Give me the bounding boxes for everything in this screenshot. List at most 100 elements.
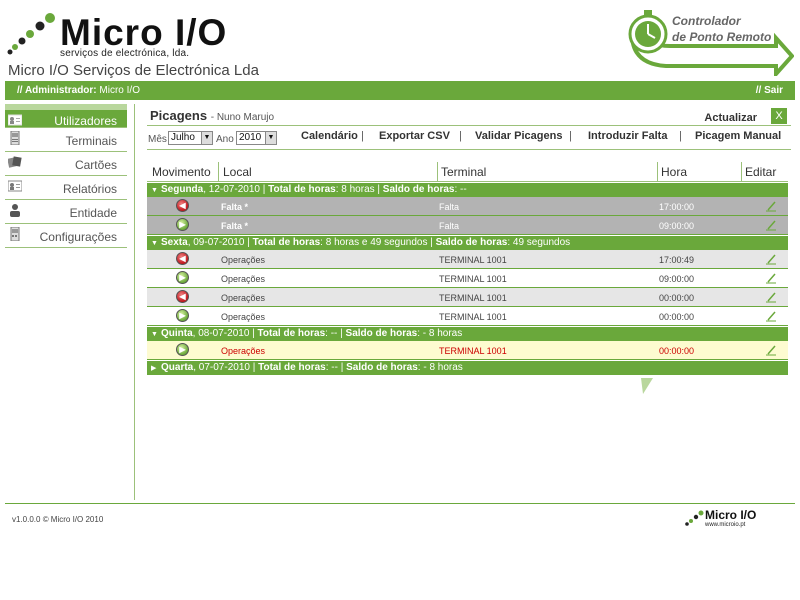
month-select[interactable]: Julho ▼ — [168, 131, 213, 145]
group-total-value: : 8 horas e 49 segundos | — [320, 237, 433, 248]
row-terminal: TERMINAL 1001 — [439, 274, 507, 284]
edit-pencil-icon[interactable] — [765, 291, 777, 303]
nav-separator: | — [459, 130, 462, 142]
group-saldo-value: : - 8 horas — [417, 362, 463, 373]
year-select[interactable]: 2010 ▼ — [236, 131, 277, 145]
group-saldo-label: Saldo de horas — [435, 237, 508, 248]
edit-pencil-icon[interactable] — [765, 200, 777, 212]
column-header-hora: Hora — [661, 165, 688, 179]
calendar-link[interactable]: Calendário — [301, 130, 358, 142]
triangle-down-icon: ▼ — [151, 187, 158, 194]
column-header-movimento: Movimento — [152, 165, 211, 179]
footer-logo-url: www.microio.pt — [705, 522, 746, 528]
table-header: Movimento Local Terminal Hora Editar — [147, 162, 788, 182]
export-csv-link[interactable]: Exportar CSV — [379, 130, 450, 142]
triangle-down-icon: ▼ — [151, 240, 158, 247]
group-total-label: Total de horas — [252, 237, 321, 248]
sidebar-item-utilizadores[interactable]: Utilizadores — [5, 104, 127, 128]
sidebar-item-label: Cartões — [74, 158, 117, 172]
group-saldo-value: : 49 segundos — [507, 237, 571, 248]
day-group-header[interactable]: ▼ Quinta, 08-07-2010 | Total de horas: --… — [147, 327, 788, 341]
nav-separator: | — [361, 130, 364, 142]
main-panel: Picagens - Nuno Marujo Actualizar X Mês … — [147, 104, 791, 150]
add-absence-link[interactable]: Introduzir Falta — [588, 130, 667, 142]
logo-tagline: serviços de electrónica, lda. — [60, 48, 190, 59]
row-local: Falta * — [221, 221, 249, 231]
group-day: Segunda — [161, 184, 204, 195]
group-date: , 12-07-2010 | — [203, 184, 266, 195]
admin-label: // Administrador: — [17, 85, 97, 96]
year-label: Ano — [216, 134, 234, 145]
sidebar-item-label: Terminais — [65, 134, 117, 148]
group-day: Quinta — [161, 328, 193, 339]
table-row: ◀ Operações TERMINAL 1001 00:00:00 — [147, 288, 788, 307]
company-name: Micro I/O Serviços de Electrónica Lda — [8, 62, 259, 79]
group-total-value: : 8 horas | — [335, 184, 381, 195]
edit-pencil-icon[interactable] — [765, 253, 777, 265]
row-local: Operações — [221, 255, 266, 265]
enter-arrow-icon: ▶ — [176, 218, 189, 231]
group-date: , 07-07-2010 | — [193, 362, 256, 373]
column-header-local: Local — [223, 165, 252, 179]
triangle-down-icon: ▼ — [151, 331, 158, 338]
group-total-value: : -- | — [325, 362, 344, 373]
nav-separator: | — [569, 130, 572, 142]
top-bar: // Administrador: Micro I/O // Sair — [5, 81, 795, 100]
edit-pencil-icon[interactable] — [765, 272, 777, 284]
row-hora: 09:00:00 — [659, 274, 695, 284]
page-title: Picagens - Nuno Marujo — [150, 108, 274, 123]
day-group-header[interactable]: ▼ Segunda, 12-07-2010 | Total de horas: 8… — [147, 183, 788, 197]
sidebar-item-relatorios[interactable]: Relatórios — [5, 176, 127, 200]
table-row: ▶ Falta * Falta 09:00:00 — [147, 216, 788, 235]
sidebar-item-configuracoes[interactable]: Configurações — [5, 224, 127, 248]
sidebar-item-entidade[interactable]: Entidade — [5, 200, 127, 224]
group-day: Quarta — [161, 362, 194, 373]
admin-info: // Administrador: Micro I/O — [17, 81, 140, 100]
day-group-header[interactable]: ▶ Quarta, 07-07-2010 | Total de horas: --… — [147, 361, 788, 375]
edit-pencil-icon[interactable] — [765, 219, 777, 231]
edit-pencil-icon[interactable] — [765, 310, 777, 322]
logo-dots-icon — [7, 13, 55, 55]
row-terminal: Falta — [439, 221, 460, 231]
column-header-editar: Editar — [745, 165, 777, 179]
row-local: Falta * — [221, 202, 249, 212]
triangle-right-icon: ▶ — [151, 365, 157, 372]
page-title-text: Picagens — [150, 108, 208, 123]
table-body: ▼ Segunda, 12-07-2010 | Total de horas: 8… — [147, 183, 788, 375]
product-line1: Controlador — [672, 14, 741, 28]
filter-row: Mês Julho ▼ Ano 2010 ▼ Calendário | Export… — [147, 126, 791, 150]
group-date: , 08-07-2010 | — [192, 328, 255, 339]
row-hora: 17:00:49 — [659, 255, 695, 265]
validate-link[interactable]: Validar Picagens — [475, 130, 562, 142]
year-value: 2010 — [239, 132, 262, 143]
entity-person-icon — [10, 204, 20, 217]
decorative-triangle-icon — [641, 378, 653, 394]
admin-name: Micro I/O — [99, 85, 140, 96]
cards-icon — [8, 156, 22, 168]
sidebar-item-cartoes[interactable]: Cartões — [5, 152, 127, 176]
logout-link[interactable]: // Sair — [756, 81, 783, 100]
enter-arrow-icon: ▶ — [176, 343, 189, 356]
group-saldo-value: : - 8 horas — [417, 328, 463, 339]
row-terminal: TERMINAL 1001 — [439, 255, 507, 265]
group-total-label: Total de horas — [258, 362, 326, 373]
edit-pencil-icon[interactable] — [765, 344, 777, 356]
table-row: ◀ Falta * Falta 17:00:00 — [147, 197, 788, 216]
row-hora: 00:00:00 — [659, 346, 695, 356]
manual-punch-link[interactable]: Picagem Manual — [695, 130, 781, 142]
footer-logo: Micro I/O www.microio.pt — [683, 508, 783, 530]
close-button[interactable]: X — [771, 108, 787, 124]
user-card-icon — [8, 114, 22, 126]
day-group-header[interactable]: ▼ Sexta, 09-07-2010 | Total de horas: 8 h… — [147, 236, 788, 250]
column-header-terminal: Terminal — [441, 165, 487, 179]
row-hora: 17:00:00 — [659, 202, 695, 212]
refresh-button[interactable]: Actualizar — [704, 112, 757, 124]
row-terminal: TERMINAL 1001 — [439, 293, 507, 303]
sidebar-item-terminais[interactable]: Terminais — [5, 128, 127, 152]
product-line2: de Ponto Remoto — [672, 30, 772, 44]
sidebar-item-label: Configurações — [39, 230, 117, 244]
report-card-icon — [8, 180, 22, 192]
sidebar: Utilizadores Terminais Cartões Relatório… — [5, 104, 127, 248]
micro-io-logo: Micro I/O serviços de electrónica, lda. — [6, 10, 236, 62]
column-divider — [657, 162, 658, 182]
